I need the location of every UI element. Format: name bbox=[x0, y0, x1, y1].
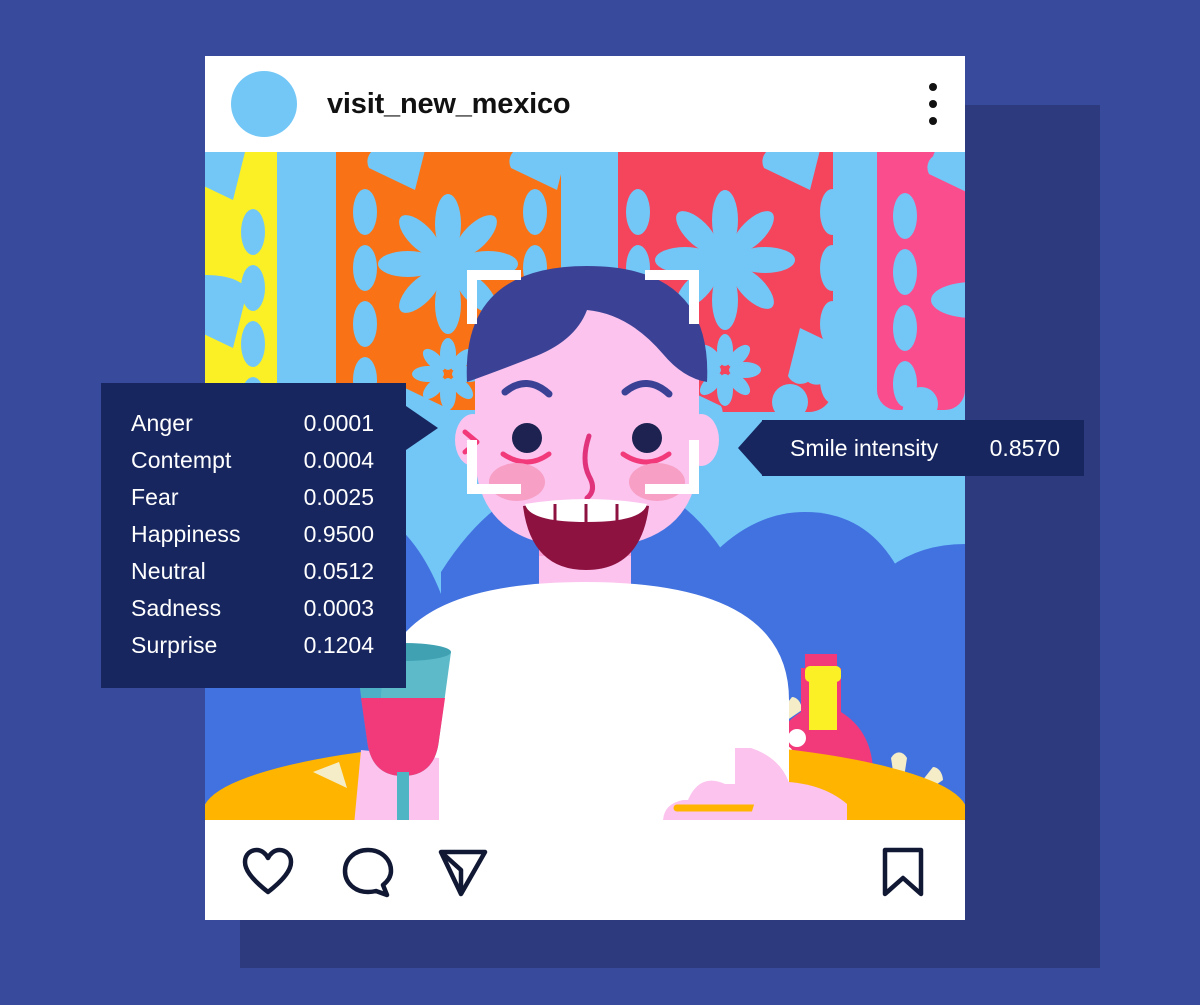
face-detect-bracket-bottom-right bbox=[645, 440, 699, 494]
emotion-row: Contempt 0.0004 bbox=[131, 442, 374, 479]
emotion-row: Surprise 0.1204 bbox=[131, 627, 374, 664]
emotion-label: Happiness bbox=[131, 521, 241, 547]
emotion-value: 0.1204 bbox=[303, 632, 374, 658]
post-actions bbox=[205, 820, 965, 920]
emotion-label: Fear bbox=[131, 484, 179, 510]
emotion-value: 0.0025 bbox=[303, 484, 374, 510]
emotion-value: 0.0003 bbox=[303, 595, 374, 621]
emotion-value: 0.0004 bbox=[303, 447, 374, 473]
emotion-label: Contempt bbox=[131, 447, 232, 473]
emotion-label: Surprise bbox=[131, 632, 218, 658]
emotion-value: 0.0512 bbox=[303, 558, 374, 584]
emotion-row: Happiness 0.9500 bbox=[131, 516, 374, 553]
post-header: visit_new_mexico bbox=[205, 56, 965, 152]
avatar[interactable] bbox=[231, 71, 297, 137]
smile-panel-tail bbox=[738, 420, 763, 476]
smile-intensity-label: Smile intensity bbox=[790, 434, 939, 461]
emotion-label: Anger bbox=[131, 410, 193, 436]
smile-intensity-panel: Smile intensity 0.8570 bbox=[762, 420, 1084, 476]
face-detect-bracket-top-right bbox=[645, 270, 699, 324]
emotion-value: 0.0001 bbox=[303, 410, 374, 436]
emotion-row: Sadness 0.0003 bbox=[131, 590, 374, 627]
emotion-value: 0.9500 bbox=[303, 521, 374, 547]
smile-intensity-value: 0.8570 bbox=[989, 434, 1060, 461]
emotion-label: Neutral bbox=[131, 558, 206, 584]
emotion-label: Sadness bbox=[131, 595, 222, 621]
post-username[interactable]: visit_new_mexico bbox=[327, 88, 571, 121]
emotions-panel: Anger 0.0001 Contempt 0.0004 Fear 0.0025… bbox=[101, 383, 406, 688]
bookmark-icon[interactable] bbox=[879, 846, 927, 898]
heart-icon[interactable] bbox=[241, 846, 295, 896]
emotion-row: Fear 0.0025 bbox=[131, 479, 374, 516]
kebab-menu-icon[interactable] bbox=[929, 83, 937, 125]
comment-bubble-icon[interactable] bbox=[341, 846, 395, 898]
face-detect-bracket-bottom-left bbox=[467, 440, 521, 494]
face-detect-bracket-top-left bbox=[467, 270, 521, 324]
emotions-list: Anger 0.0001 Contempt 0.0004 Fear 0.0025… bbox=[101, 383, 406, 688]
emotions-panel-tail bbox=[406, 406, 438, 450]
send-paper-plane-icon[interactable] bbox=[437, 848, 489, 898]
emotion-row: Anger 0.0001 bbox=[131, 405, 374, 442]
emotion-row: Neutral 0.0512 bbox=[131, 553, 374, 590]
screenshot-root: visit_new_mexico Anger 0.0001 Contempt 0… bbox=[0, 0, 1200, 1005]
